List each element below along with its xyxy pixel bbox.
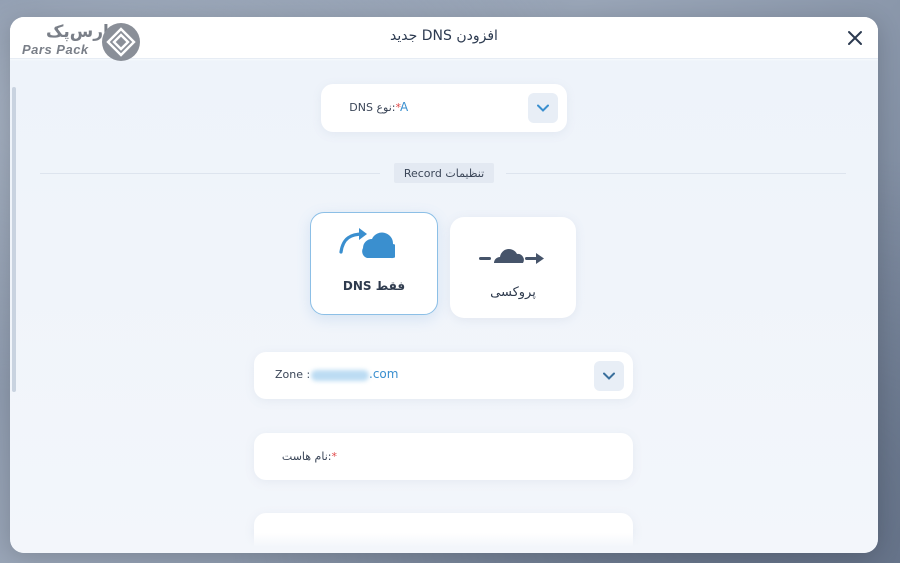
mode-proxy-label: پروکسی — [490, 285, 536, 300]
hostname-field[interactable]: *:نام هاست — [254, 433, 633, 480]
record-settings-label: تنظیمات Record — [394, 163, 494, 183]
chevron-down-icon — [603, 372, 615, 380]
dns-type-label: *:نوع DNS — [349, 101, 401, 114]
dns-type-value: A — [400, 100, 409, 114]
zone-select[interactable]: Zone : .com — [254, 352, 633, 399]
section-divider-left — [40, 173, 380, 174]
dns-type-dropdown-button[interactable] — [528, 93, 558, 123]
hostname-label: *:نام هاست — [281, 450, 337, 463]
logo-text-en: Pars Pack — [22, 42, 89, 57]
dns-type-select[interactable]: *:نوع DNS A — [321, 84, 567, 132]
parspack-logo: پارس‌پک Pars Pack — [22, 22, 142, 62]
mode-dns-only-card[interactable]: فقط DNS — [310, 212, 438, 315]
logo-mark-icon — [102, 23, 140, 61]
cloud-redirect-icon — [339, 228, 395, 259]
add-dns-dialog: افزودن DNS جدید *:نوع DNS A تنظیمات Reco… — [10, 17, 878, 553]
mode-dns-only-label: فقط DNS — [342, 279, 406, 293]
cloud-proxy-icon — [479, 249, 544, 264]
mode-proxy-card[interactable]: پروکسی — [450, 217, 576, 318]
zone-dropdown-button[interactable] — [594, 361, 624, 391]
zone-label: Zone : — [275, 368, 311, 381]
chevron-down-icon — [537, 104, 549, 112]
zone-value-redacted — [311, 370, 369, 381]
scrollbar[interactable] — [12, 87, 16, 392]
close-icon — [848, 31, 862, 45]
close-button[interactable] — [846, 29, 864, 47]
zone-value-suffix: .com — [369, 367, 399, 381]
section-divider-right — [506, 173, 846, 174]
bottom-fade — [10, 533, 878, 553]
